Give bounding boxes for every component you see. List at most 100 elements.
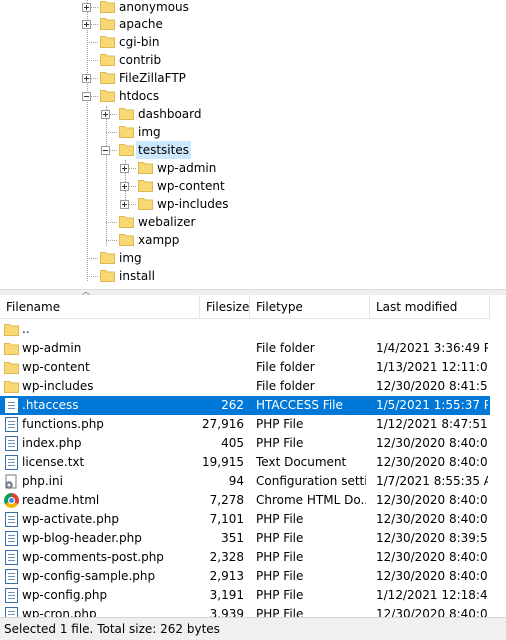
tree-node-label: wp-content — [157, 179, 225, 193]
file-modified: 1/13/2021 12:11:00... — [376, 360, 488, 374]
folder-icon — [138, 197, 153, 210]
file-name: wp-includes — [22, 379, 94, 393]
document-icon — [4, 605, 20, 617]
file-modified: 1/12/2021 8:47:51 ... — [376, 417, 488, 431]
file-row[interactable]: index.php 405 PHP File 12/30/2020 8:40:00..… — [0, 434, 490, 453]
document-icon — [4, 548, 20, 567]
column-header-filename[interactable]: Filename — [0, 295, 200, 319]
collapse-icon[interactable] — [82, 92, 91, 101]
file-size — [200, 320, 244, 339]
file-row[interactable]: wp-config.php 3,191 PHP File 1/12/2021 12:1… — [0, 586, 490, 605]
tree-node-apache[interactable]: apache — [0, 15, 506, 33]
file-type: PHP File — [256, 569, 304, 583]
folder-icon — [4, 358, 20, 377]
file-modified: 12/30/2020 8:40:00... — [376, 512, 488, 526]
tree-node-label: htdocs — [119, 89, 160, 103]
file-row[interactable]: php.ini 94 Configuration setti... 1/7/2021 … — [0, 472, 490, 491]
tree-node-cgi-bin[interactable]: cgi-bin — [0, 33, 506, 51]
file-row[interactable]: wp-comments-post.php 2,328 PHP File 12/30/2… — [0, 548, 490, 567]
tree-node-label: install — [119, 269, 155, 283]
tree-node-contrib[interactable]: contrib — [0, 51, 506, 69]
file-name: .htaccess — [22, 398, 79, 412]
file-name: functions.php — [22, 417, 104, 431]
file-row[interactable]: .. — [0, 320, 490, 339]
tree-node-label: anonymous — [119, 0, 189, 14]
tree-node-label: apache — [119, 17, 163, 31]
tree-node-anonymous[interactable]: anonymous — [0, 0, 506, 16]
status-text: Selected 1 file. Total size: 262 bytes — [4, 622, 220, 636]
tree-node-label: webalizer — [138, 215, 196, 229]
expand-icon[interactable] — [82, 20, 91, 29]
file-row[interactable]: functions.php 27,916 PHP File 1/12/2021 8:4… — [0, 415, 490, 434]
vertical-scrollbar[interactable] — [490, 295, 506, 617]
file-row[interactable]: wp-admin File folder 1/4/2021 3:36:49 PM — [0, 339, 490, 358]
folder-icon — [119, 107, 134, 120]
tree-node-wp-includes[interactable]: wp-includes — [0, 195, 506, 213]
file-name: license.txt — [22, 455, 85, 469]
file-list: Filename Filesize Filetype Last modified… — [0, 295, 506, 617]
file-row[interactable]: wp-includes File folder 12/30/2020 8:41:57… — [0, 377, 490, 396]
file-modified: 1/5/2021 1:55:37 PM — [376, 398, 488, 412]
tree-connector-line — [106, 132, 117, 133]
tree-node-filezillaftp[interactable]: FileZillaFTP — [0, 69, 506, 87]
folder-icon — [119, 143, 134, 156]
file-size: 19,915 — [202, 455, 244, 469]
tree-node-label: img — [119, 251, 142, 265]
file-row[interactable]: readme.html 7,278 Chrome HTML Do... 12/30/2… — [0, 491, 490, 510]
tree-node-wp-admin[interactable]: wp-admin — [0, 159, 506, 177]
file-row[interactable]: wp-activate.php 7,101 PHP File 12/30/2020 8… — [0, 510, 490, 529]
expand-icon[interactable] — [120, 164, 129, 173]
column-header-filesize[interactable]: Filesize — [200, 295, 250, 319]
tree-node-htdocs[interactable]: htdocs — [0, 87, 506, 105]
file-size: 2,913 — [209, 569, 244, 583]
file-type: PHP File — [256, 531, 304, 545]
collapse-icon[interactable] — [101, 146, 110, 155]
tree-connector-line — [87, 276, 98, 277]
folder-icon — [119, 233, 134, 246]
tree-node-xampp[interactable]: xampp — [0, 231, 506, 249]
tree-node-dashboard[interactable]: dashboard — [0, 105, 506, 123]
column-header-filetype[interactable]: Filetype — [250, 295, 370, 319]
tree-node-wp-content[interactable]: wp-content — [0, 177, 506, 195]
tree-connector-line — [87, 60, 98, 61]
file-row[interactable]: wp-blog-header.php 351 PHP File 12/30/2020 … — [0, 529, 490, 548]
file-size: 351 — [221, 531, 244, 545]
tree-node-label: cgi-bin — [119, 35, 160, 49]
file-row[interactable]: wp-config-sample.php 2,913 PHP File 12/30/2… — [0, 567, 490, 586]
file-type: PHP File — [256, 512, 304, 526]
file-size: 94 — [228, 474, 244, 488]
chrome-icon — [4, 491, 20, 510]
tree-node-label: wp-admin — [157, 161, 217, 175]
file-name: wp-config.php — [22, 588, 108, 602]
tree-node-label: wp-includes — [157, 197, 229, 211]
tree-node-webalizer[interactable]: webalizer — [0, 213, 506, 231]
file-name: .. — [22, 322, 30, 336]
expand-icon[interactable] — [101, 110, 110, 119]
file-modified: 12/30/2020 8:40:00... — [376, 493, 488, 507]
expand-icon[interactable] — [120, 182, 129, 191]
tree-connector-line — [106, 222, 117, 223]
expand-icon[interactable] — [82, 74, 91, 83]
folder-icon — [4, 320, 20, 339]
document-icon — [4, 434, 20, 453]
file-type: File folder — [256, 379, 315, 393]
tree-node-install[interactable]: install — [0, 267, 506, 285]
file-name: wp-comments-post.php — [22, 550, 164, 564]
file-row[interactable]: wp-cron.php 3,939 PHP File 12/30/2020 8:40:… — [0, 605, 490, 617]
file-row[interactable]: wp-content File folder 1/13/2021 12:11:00.… — [0, 358, 490, 377]
expand-icon[interactable] — [120, 200, 129, 209]
tree-node-img[interactable]: img — [0, 249, 506, 267]
tree-node-label: dashboard — [138, 107, 202, 121]
tree-node-testsites[interactable]: testsites — [0, 141, 506, 159]
tree-node-img[interactable]: img — [0, 123, 506, 141]
file-modified: 12/30/2020 8:40:00... — [376, 607, 488, 617]
folder-icon — [100, 0, 115, 13]
tree-node-label: img — [138, 125, 161, 139]
file-row[interactable]: .htaccess 262 HTACCESS File 1/5/2021 1:55:3… — [0, 396, 490, 415]
file-list-header: Filename Filesize Filetype Last modified — [0, 295, 506, 319]
document-icon — [4, 453, 20, 472]
file-row[interactable]: license.txt 19,915 Text Document 12/30/2020… — [0, 453, 490, 472]
document-icon — [4, 396, 20, 415]
expand-icon[interactable] — [82, 3, 91, 12]
column-header-last-modified[interactable]: Last modified — [370, 295, 490, 319]
